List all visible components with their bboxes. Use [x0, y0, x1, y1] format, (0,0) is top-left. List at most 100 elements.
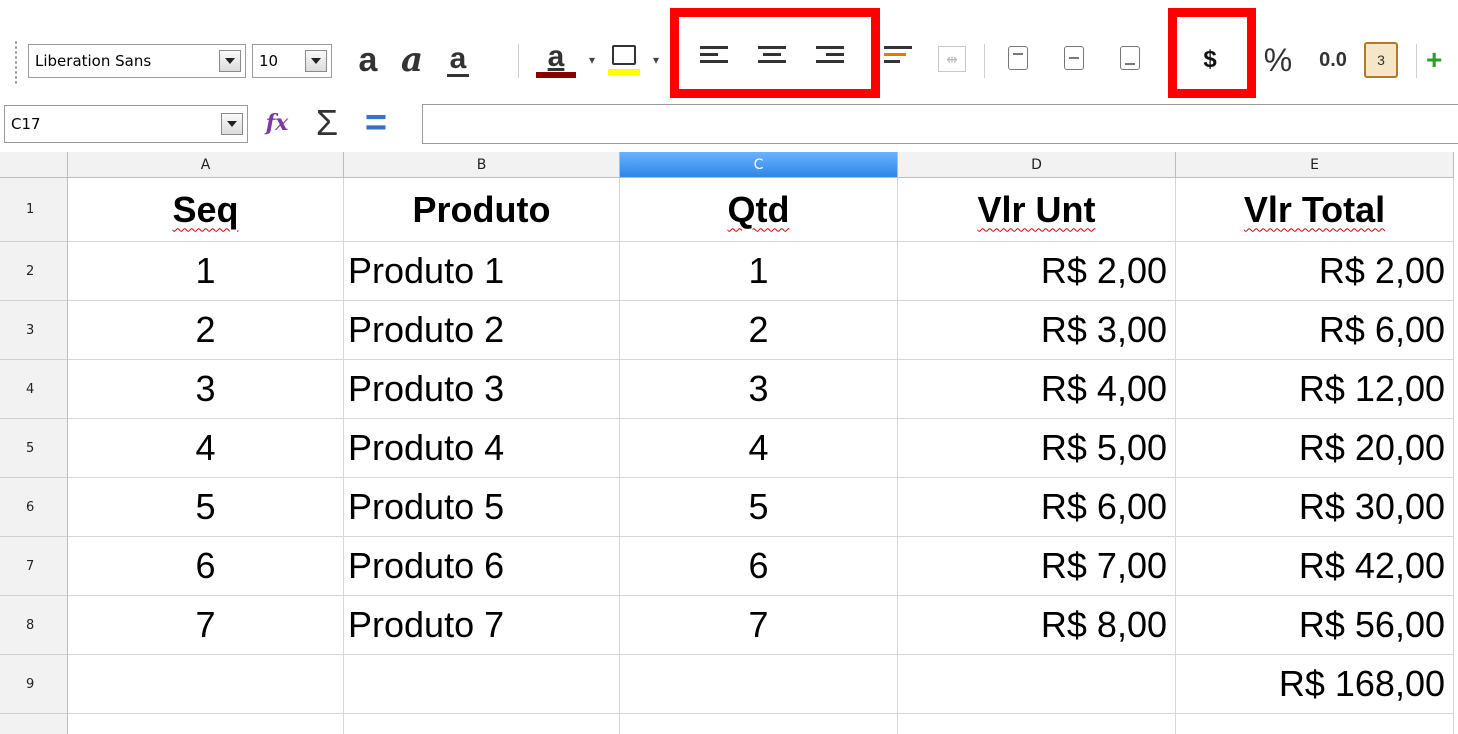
toolbar-grip[interactable]	[14, 40, 18, 84]
cell-e3[interactable]: R$ 6,00	[1176, 301, 1454, 360]
alignment-highlight-frame	[670, 8, 880, 98]
cell-e5[interactable]: R$ 20,00	[1176, 419, 1454, 478]
font-size-value: 10	[259, 52, 279, 70]
cell-b5[interactable]: Produto 4	[344, 419, 620, 478]
bold-button[interactable]: a	[350, 40, 386, 80]
row-header[interactable]: 7	[0, 537, 68, 596]
row-header[interactable]: 8	[0, 596, 68, 655]
underline-button[interactable]: a	[440, 40, 476, 80]
formatting-toolbar: Liberation Sans 10 a a a a ▾ ▾ ⇹ $ % 0.0…	[0, 0, 1458, 98]
cell-d8[interactable]: R$ 8,00	[898, 596, 1176, 655]
column-header-e[interactable]: E	[1176, 152, 1454, 178]
font-name-combobox[interactable]: Liberation Sans	[28, 44, 246, 78]
cell-e2[interactable]: R$ 2,00	[1176, 242, 1454, 301]
cell-d10[interactable]	[898, 714, 1176, 734]
row-header[interactable]: 4	[0, 360, 68, 419]
align-top-icon[interactable]	[1008, 46, 1028, 70]
align-middle-icon[interactable]	[1064, 46, 1084, 70]
row-header[interactable]: 5	[0, 419, 68, 478]
cell-b8[interactable]: Produto 7	[344, 596, 620, 655]
font-color-button[interactable]: a	[528, 38, 584, 82]
cell-d2[interactable]: R$ 2,00	[898, 242, 1176, 301]
cell-c4[interactable]: 3	[620, 360, 898, 419]
formula-button[interactable]: =	[358, 102, 394, 144]
cell-e1[interactable]: Vlr Total	[1176, 178, 1454, 242]
cell-a5[interactable]: 4	[68, 419, 344, 478]
cell-a10[interactable]	[68, 714, 344, 734]
font-color-arrow[interactable]: ▾	[586, 50, 598, 70]
highlighting-arrow[interactable]: ▾	[650, 50, 662, 70]
cell-c2[interactable]: 1	[620, 242, 898, 301]
row-header[interactable]: 1	[0, 178, 68, 242]
cell-a2[interactable]: 1	[68, 242, 344, 301]
cell-b3[interactable]: Produto 2	[344, 301, 620, 360]
name-box-dropdown-button[interactable]	[221, 113, 243, 135]
cell-d6[interactable]: R$ 6,00	[898, 478, 1176, 537]
cell-d3[interactable]: R$ 3,00	[898, 301, 1176, 360]
cell-c3[interactable]: 2	[620, 301, 898, 360]
row-header[interactable]: 9	[0, 655, 68, 714]
cell-c6[interactable]: 5	[620, 478, 898, 537]
number-format-button[interactable]: 0.0	[1308, 40, 1358, 80]
select-all-corner[interactable]	[0, 152, 68, 178]
italic-button[interactable]: a	[394, 40, 430, 80]
row-header[interactable]	[0, 714, 68, 734]
formula-input[interactable]	[422, 104, 1458, 144]
cell-a9[interactable]	[68, 655, 344, 714]
column-header-b[interactable]: B	[344, 152, 620, 178]
font-size-combobox[interactable]: 10	[252, 44, 332, 78]
column-header-d[interactable]: D	[898, 152, 1176, 178]
highlighting-icon	[612, 45, 636, 65]
cell-c9[interactable]	[620, 655, 898, 714]
add-decimal-icon: +	[1426, 44, 1443, 75]
cell-e10[interactable]	[1176, 714, 1454, 734]
row-header[interactable]: 6	[0, 478, 68, 537]
cell-c7[interactable]: 6	[620, 537, 898, 596]
cell-b1[interactable]: Produto	[344, 178, 620, 242]
date-format-icon[interactable]: 3	[1364, 42, 1398, 78]
add-decimal-button[interactable]: +	[1426, 40, 1458, 80]
column-header-c[interactable]: C	[620, 152, 898, 178]
align-bottom-icon[interactable]	[1120, 46, 1140, 70]
cell-d7[interactable]: R$ 7,00	[898, 537, 1176, 596]
merge-cells-icon[interactable]: ⇹	[938, 46, 966, 72]
cell-b9[interactable]	[344, 655, 620, 714]
cell-e6[interactable]: R$ 30,00	[1176, 478, 1454, 537]
sum-icon: Σ	[315, 102, 339, 143]
cell-a6[interactable]: 5	[68, 478, 344, 537]
wrap-text-icon[interactable]	[884, 46, 912, 70]
cell-c1[interactable]: Qtd	[620, 178, 898, 242]
row-header[interactable]: 3	[0, 301, 68, 360]
cell-a4[interactable]: 3	[68, 360, 344, 419]
percent-format-button[interactable]: %	[1258, 40, 1298, 80]
function-wizard-icon[interactable]: fx	[258, 104, 296, 142]
highlighting-button[interactable]	[604, 38, 644, 82]
cell-d9[interactable]	[898, 655, 1176, 714]
font-name-dropdown-button[interactable]	[219, 50, 241, 72]
name-box[interactable]: C17	[4, 105, 248, 143]
cell-d5[interactable]: R$ 5,00	[898, 419, 1176, 478]
cell-a3[interactable]: 2	[68, 301, 344, 360]
cell-b10[interactable]	[344, 714, 620, 734]
cell-c5[interactable]: 4	[620, 419, 898, 478]
cell-e7[interactable]: R$ 42,00	[1176, 537, 1454, 596]
cell-e9[interactable]: R$ 168,00	[1176, 655, 1454, 714]
sum-button[interactable]: Σ	[310, 102, 344, 143]
cell-b4[interactable]: Produto 3	[344, 360, 620, 419]
cell-a8[interactable]: 7	[68, 596, 344, 655]
cell-b6[interactable]: Produto 5	[344, 478, 620, 537]
cell-c8[interactable]: 7	[620, 596, 898, 655]
cell-e4[interactable]: R$ 12,00	[1176, 360, 1454, 419]
column-header-a[interactable]: A	[68, 152, 344, 178]
cell-c10[interactable]	[620, 714, 898, 734]
cell-b2[interactable]: Produto 1	[344, 242, 620, 301]
cell-d1[interactable]: Vlr Unt	[898, 178, 1176, 242]
italic-icon: a	[400, 40, 424, 80]
cell-b7[interactable]: Produto 6	[344, 537, 620, 596]
row-header[interactable]: 2	[0, 242, 68, 301]
cell-a7[interactable]: 6	[68, 537, 344, 596]
cell-a1[interactable]: Seq	[68, 178, 344, 242]
font-size-dropdown-button[interactable]	[305, 50, 327, 72]
cell-d4[interactable]: R$ 4,00	[898, 360, 1176, 419]
cell-e8[interactable]: R$ 56,00	[1176, 596, 1454, 655]
